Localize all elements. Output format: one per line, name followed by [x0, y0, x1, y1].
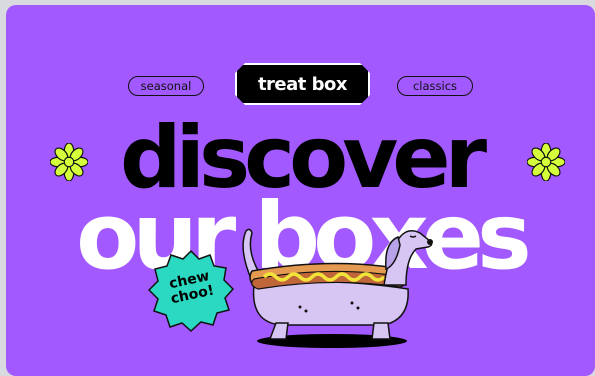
sparkle-icon	[527, 143, 565, 181]
seasonal-pill[interactable]: seasonal	[128, 76, 204, 96]
hero-card: seasonal treat box classics discover our…	[6, 5, 595, 376]
classics-pill[interactable]: classics	[397, 76, 473, 96]
hotdog-dog-illustration	[242, 228, 433, 348]
brand-logo[interactable]: treat box	[235, 63, 370, 105]
